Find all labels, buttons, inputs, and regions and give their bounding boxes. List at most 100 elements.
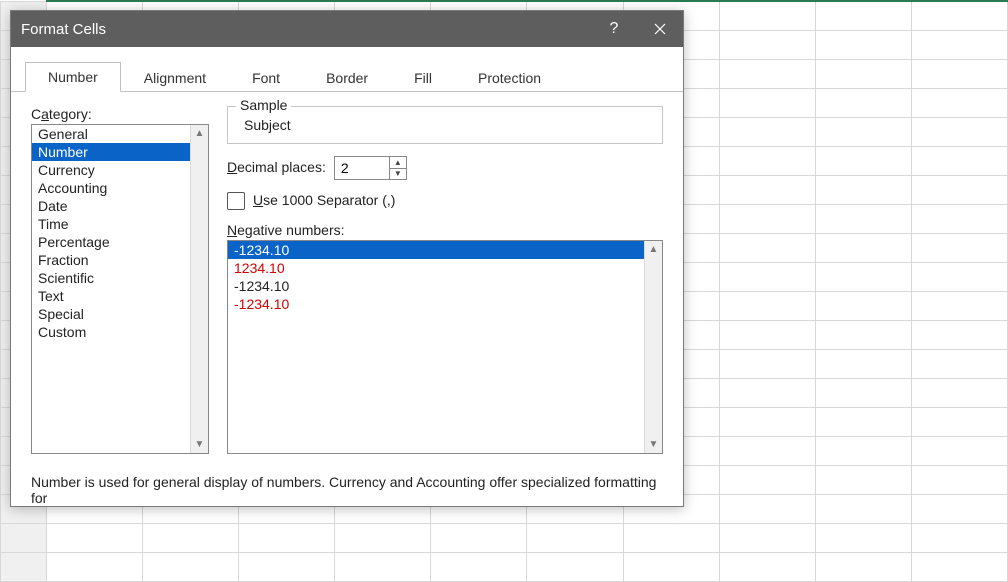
sheet-cell[interactable] [815, 466, 911, 495]
sheet-cell[interactable] [719, 176, 815, 205]
sheet-cell[interactable] [143, 553, 239, 582]
sheet-cell[interactable] [527, 553, 623, 582]
row-header-cell[interactable] [1, 524, 47, 553]
category-item-scientific[interactable]: Scientific [32, 269, 191, 287]
sheet-cell[interactable] [623, 553, 719, 582]
category-item-text[interactable]: Text [32, 287, 191, 305]
thousand-separator-checkbox[interactable] [227, 192, 245, 210]
category-item-number[interactable]: Number [32, 143, 191, 161]
scroll-up-icon[interactable]: ▲ [191, 125, 208, 142]
negative-numbers-listbox[interactable]: -1234.101234.10-1234.10-1234.10 ▲ ▼ [227, 240, 663, 454]
decimal-places-spinner[interactable]: ▲ ▼ [334, 156, 407, 180]
sheet-cell[interactable] [815, 321, 911, 350]
sheet-cell[interactable] [335, 553, 431, 582]
sheet-cell[interactable] [527, 524, 623, 553]
sheet-cell[interactable] [815, 350, 911, 379]
sheet-cell[interactable] [815, 234, 911, 263]
category-item-time[interactable]: Time [32, 215, 191, 233]
sheet-cell[interactable] [719, 350, 815, 379]
decimal-places-input[interactable] [334, 156, 390, 180]
category-item-fraction[interactable]: Fraction [32, 251, 191, 269]
category-scrollbar[interactable]: ▲ ▼ [190, 125, 208, 453]
sheet-cell[interactable] [815, 118, 911, 147]
sheet-cell[interactable] [911, 205, 1007, 234]
sheet-cell[interactable] [719, 147, 815, 176]
sheet-cell[interactable] [911, 408, 1007, 437]
sheet-cell[interactable] [47, 553, 143, 582]
sheet-cell[interactable] [815, 60, 911, 89]
category-item-accounting[interactable]: Accounting [32, 179, 191, 197]
negative-scrollbar[interactable]: ▲ ▼ [644, 241, 662, 453]
sheet-cell[interactable] [719, 234, 815, 263]
sheet-cell[interactable] [719, 118, 815, 147]
category-item-currency[interactable]: Currency [32, 161, 191, 179]
sheet-cell[interactable] [911, 350, 1007, 379]
row-header-cell[interactable] [1, 553, 47, 582]
negative-option[interactable]: -1234.10 [228, 277, 645, 295]
sheet-cell[interactable] [911, 147, 1007, 176]
sheet-cell[interactable] [719, 89, 815, 118]
sheet-cell[interactable] [911, 466, 1007, 495]
sheet-cell[interactable] [911, 379, 1007, 408]
sheet-cell[interactable] [719, 205, 815, 234]
sheet-cell[interactable] [143, 524, 239, 553]
sheet-cell[interactable] [911, 437, 1007, 466]
sheet-cell[interactable] [623, 524, 719, 553]
sheet-cell[interactable] [719, 263, 815, 292]
sheet-cell[interactable] [911, 321, 1007, 350]
scroll-down-icon[interactable]: ▼ [191, 436, 208, 453]
sheet-cell[interactable] [335, 524, 431, 553]
sheet-cell[interactable] [815, 263, 911, 292]
sheet-cell[interactable] [911, 176, 1007, 205]
sheet-cell[interactable] [815, 408, 911, 437]
scroll-down-icon[interactable]: ▼ [645, 436, 662, 453]
scroll-up-icon[interactable]: ▲ [645, 241, 662, 258]
negative-option[interactable]: -1234.10 [228, 295, 645, 313]
sheet-cell[interactable] [815, 553, 911, 582]
category-item-custom[interactable]: Custom [32, 323, 191, 341]
sheet-cell[interactable] [719, 1, 815, 31]
sheet-cell[interactable] [815, 1, 911, 31]
spin-up-button[interactable]: ▲ [390, 157, 406, 169]
tab-font[interactable]: Font [229, 63, 303, 92]
sheet-cell[interactable] [815, 205, 911, 234]
sheet-cell[interactable] [815, 176, 911, 205]
negative-option[interactable]: 1234.10 [228, 259, 645, 277]
tab-fill[interactable]: Fill [391, 63, 455, 92]
sheet-cell[interactable] [911, 31, 1007, 60]
close-button[interactable] [637, 11, 683, 47]
sheet-cell[interactable] [815, 31, 911, 60]
sheet-cell[interactable] [719, 437, 815, 466]
sheet-cell[interactable] [719, 321, 815, 350]
sheet-cell[interactable] [815, 495, 911, 524]
sheet-cell[interactable] [911, 495, 1007, 524]
sheet-cell[interactable] [911, 89, 1007, 118]
tab-number[interactable]: Number [25, 62, 121, 92]
sheet-cell[interactable] [815, 379, 911, 408]
sheet-cell[interactable] [815, 292, 911, 321]
sheet-cell[interactable] [911, 234, 1007, 263]
sheet-cell[interactable] [719, 408, 815, 437]
sheet-cell[interactable] [239, 553, 335, 582]
sheet-cell[interactable] [719, 292, 815, 321]
sheet-cell[interactable] [719, 31, 815, 60]
sheet-cell[interactable] [719, 553, 815, 582]
category-item-percentage[interactable]: Percentage [32, 233, 191, 251]
sheet-cell[interactable] [911, 553, 1007, 582]
tab-alignment[interactable]: Alignment [121, 63, 229, 92]
sheet-cell[interactable] [911, 524, 1007, 553]
sheet-cell[interactable] [719, 524, 815, 553]
sheet-cell[interactable] [911, 118, 1007, 147]
help-button[interactable]: ? [591, 11, 637, 47]
sheet-cell[interactable] [815, 524, 911, 553]
sheet-cell[interactable] [815, 89, 911, 118]
sheet-cell[interactable] [911, 263, 1007, 292]
sheet-cell[interactable] [719, 379, 815, 408]
sheet-cell[interactable] [911, 1, 1007, 31]
category-item-special[interactable]: Special [32, 305, 191, 323]
sheet-cell[interactable] [719, 495, 815, 524]
category-item-date[interactable]: Date [32, 197, 191, 215]
sheet-cell[interactable] [47, 524, 143, 553]
sheet-cell[interactable] [815, 437, 911, 466]
sheet-cell[interactable] [911, 292, 1007, 321]
